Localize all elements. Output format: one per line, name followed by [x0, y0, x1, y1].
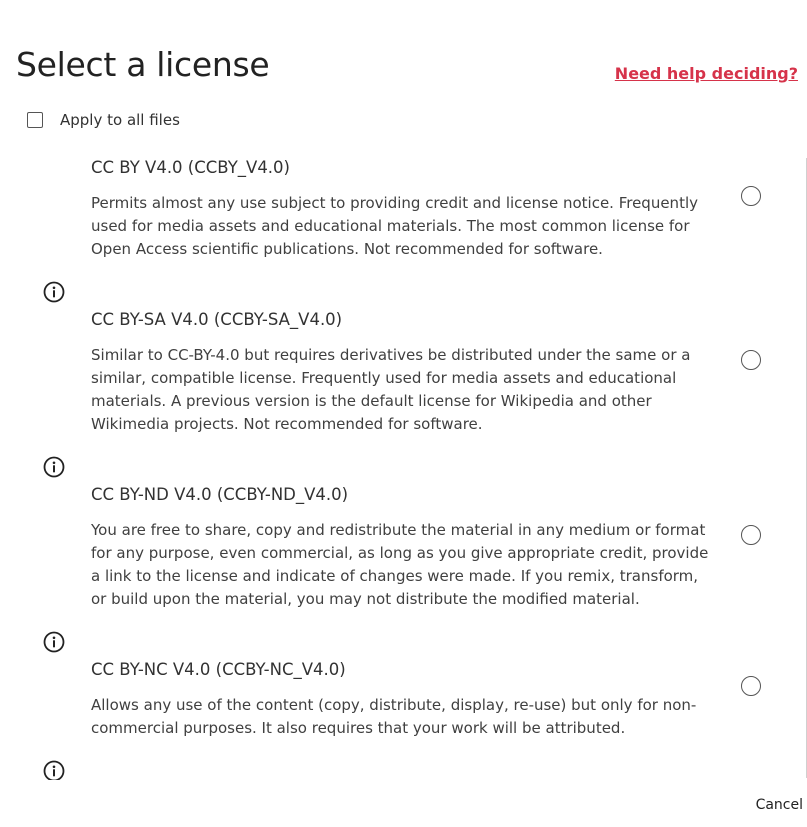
info-icon[interactable] [43, 631, 65, 653]
license-title: CC BY V4.0 (CCBY_V4.0) [91, 158, 290, 177]
license-radio-ccby-nc[interactable] [741, 676, 761, 696]
license-title: CC BY-ND V4.0 (CCBY-ND_V4.0) [91, 485, 349, 504]
need-help-link[interactable]: Need help deciding? [615, 64, 798, 83]
info-icon[interactable] [43, 456, 65, 478]
license-dialog: Select a license Need help deciding? App… [0, 0, 807, 827]
license-radio-ccby-nd[interactable] [741, 525, 761, 545]
license-description: Allows any use of the content (copy, dis… [91, 696, 697, 737]
license-radio-ccby-sa[interactable] [741, 350, 761, 370]
info-icon[interactable] [43, 760, 65, 780]
apply-all-checkbox[interactable] [27, 112, 43, 128]
apply-all-label: Apply to all files [60, 111, 180, 129]
license-description: Similar to CC-BY-4.0 but requires deriva… [91, 346, 691, 433]
info-icon[interactable] [43, 281, 65, 303]
license-title: CC BY-NC V4.0 (CCBY-NC_V4.0) [91, 660, 346, 679]
apply-all-files-toggle[interactable]: Apply to all files [27, 111, 180, 129]
license-description: Permits almost any use subject to provid… [91, 194, 698, 258]
license-description: You are free to share, copy and redistri… [91, 521, 709, 608]
license-title: CC BY-SA V4.0 (CCBY-SA_V4.0) [91, 310, 343, 329]
license-list: CC BY V4.0 (CCBY_V4.0) Permits almost an… [0, 150, 805, 780]
page-title: Select a license [16, 45, 270, 84]
license-radio-ccby[interactable] [741, 186, 761, 206]
cancel-button[interactable]: Cancel [756, 797, 803, 813]
